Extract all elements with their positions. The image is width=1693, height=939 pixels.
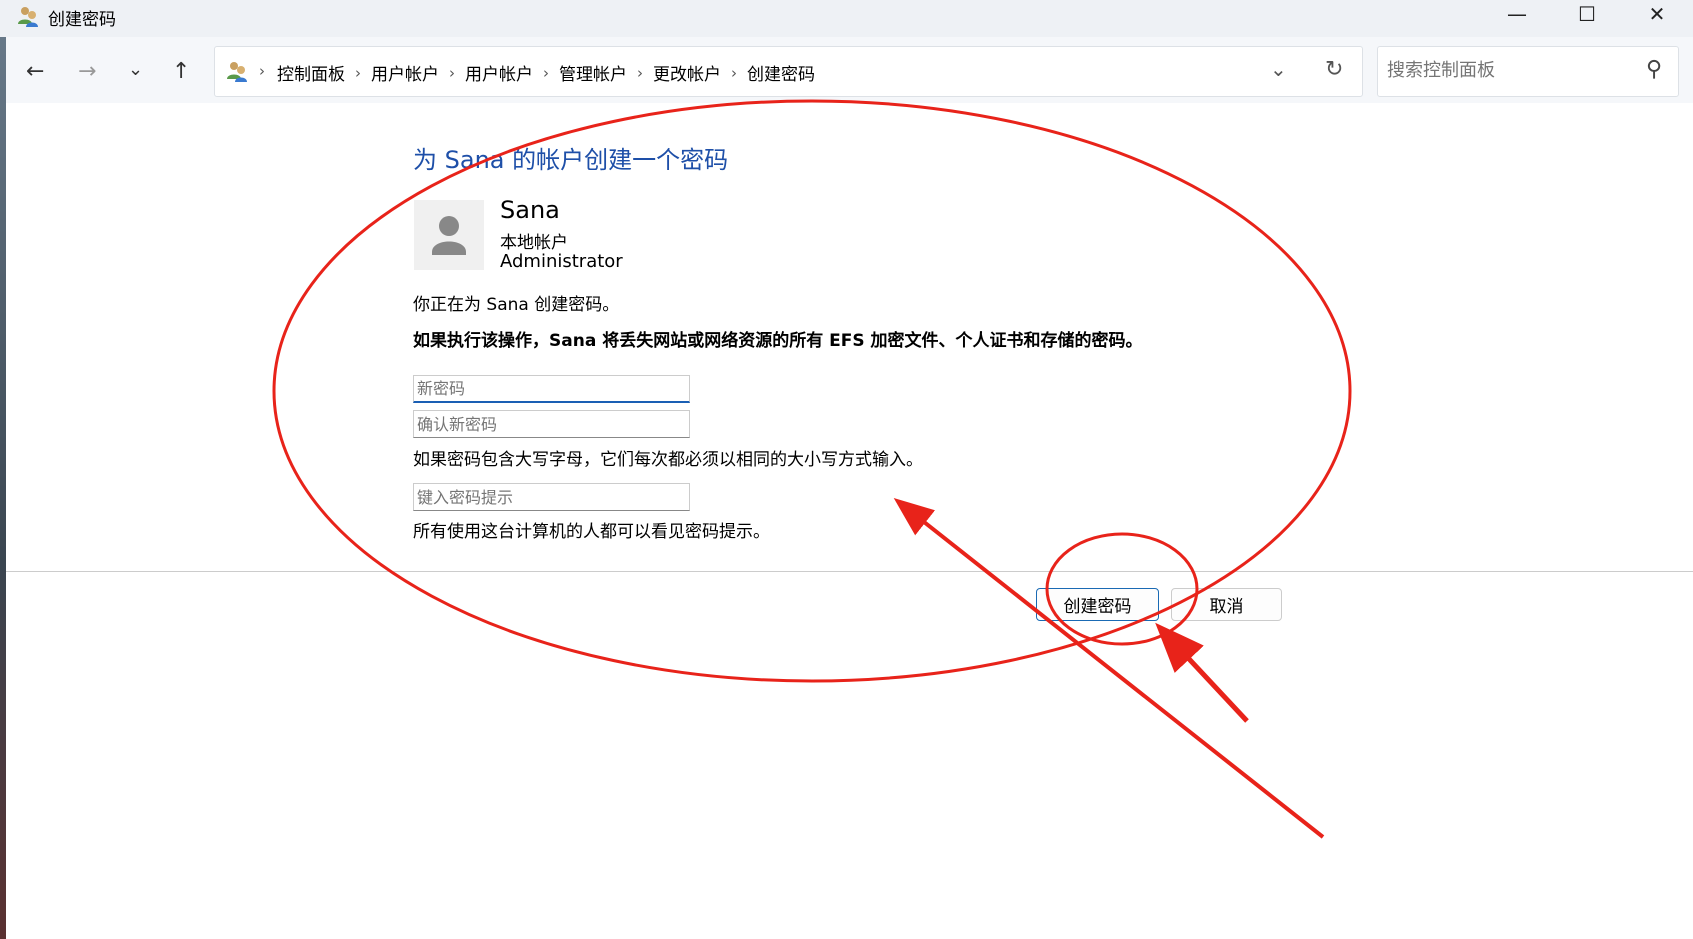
breadcrumb: 控制面板 › 用户帐户 › 用户帐户 › 管理帐户 › 更改帐户 › 创建密码	[277, 60, 815, 86]
breadcrumb-separator: ›	[731, 63, 737, 82]
breadcrumb-item[interactable]: 用户帐户	[465, 60, 533, 85]
breadcrumb-separator: ›	[637, 63, 643, 82]
breadcrumb-separator: ›	[259, 62, 265, 80]
create-password-button[interactable]: 创建密码	[1036, 588, 1159, 621]
window-title: 创建密码	[48, 10, 116, 30]
case-sensitivity-note: 如果密码包含大写字母，它们每次都必须以相同的大小写方式输入。	[413, 450, 923, 470]
warning-text: 如果执行该操作，Sana 将丢失网站或网络资源的所有 EFS 加密文件、个人证书…	[413, 331, 1143, 351]
search-box: ⚲	[1377, 46, 1679, 97]
page-title: 为 Sana 的帐户创建一个密码	[413, 146, 729, 174]
desktop-edge	[0, 0, 6, 939]
avatar	[414, 200, 484, 270]
user-name: Sana	[500, 196, 560, 224]
back-button[interactable]: ←	[26, 59, 44, 84]
cancel-button[interactable]: 取消	[1171, 588, 1282, 621]
control-panel-icon	[227, 62, 247, 82]
breadcrumb-item[interactable]: 管理帐户	[559, 60, 627, 85]
account-role: Administrator	[500, 251, 623, 272]
maximize-button[interactable]: ☐	[1552, 0, 1622, 30]
search-icon[interactable]: ⚲	[1646, 57, 1662, 82]
account-type: 本地帐户	[500, 233, 568, 253]
search-input[interactable]	[1387, 60, 1637, 81]
forward-button[interactable]: →	[78, 59, 96, 84]
breadcrumb-item[interactable]: 更改帐户	[653, 60, 721, 85]
recent-locations-button[interactable]: ⌄	[128, 59, 143, 80]
up-button[interactable]: ↑	[172, 59, 190, 84]
close-button[interactable]: ✕	[1622, 0, 1692, 30]
confirm-password-input[interactable]	[413, 410, 690, 438]
hint-visibility-note: 所有使用这台计算机的人都可以看见密码提示。	[413, 522, 770, 542]
divider	[6, 571, 1693, 572]
breadcrumb-item[interactable]: 控制面板	[277, 60, 345, 85]
address-bar[interactable]: › 控制面板 › 用户帐户 › 用户帐户 › 管理帐户 › 更改帐户 › 创建密码 ⌄ ↻	[214, 46, 1363, 97]
breadcrumb-separator: ›	[449, 63, 455, 82]
title-bar: 创建密码 — ☐ ✕	[0, 0, 1693, 37]
breadcrumb-separator: ›	[355, 63, 361, 82]
refresh-button[interactable]: ↻	[1325, 57, 1343, 82]
breadcrumb-separator: ›	[543, 63, 549, 82]
password-hint-input[interactable]	[413, 483, 690, 511]
user-icon	[432, 216, 466, 255]
minimize-button[interactable]: —	[1482, 0, 1552, 30]
new-password-input[interactable]	[413, 375, 690, 403]
annotation-arrow	[893, 498, 1325, 839]
user-accounts-icon	[18, 7, 38, 27]
breadcrumb-item-current[interactable]: 创建密码	[747, 60, 815, 85]
breadcrumb-item[interactable]: 用户帐户	[371, 60, 439, 85]
address-dropdown-button[interactable]: ⌄	[1270, 57, 1287, 81]
annotation-arrow	[1155, 622, 1249, 723]
info-text: 你正在为 Sana 创建密码。	[413, 295, 620, 315]
